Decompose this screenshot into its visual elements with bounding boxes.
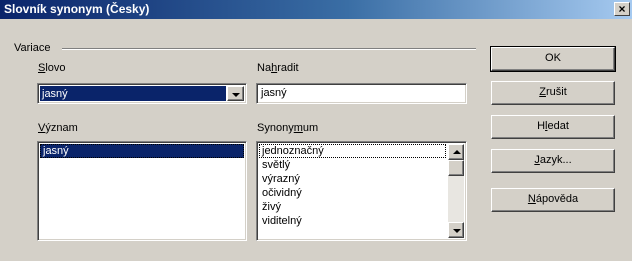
synonyms-label: Synonymum bbox=[257, 122, 319, 134]
list-item[interactable]: viditelný bbox=[259, 214, 446, 228]
list-item[interactable]: živý bbox=[259, 200, 446, 214]
meaning-label: Význam bbox=[38, 122, 78, 134]
cancel-button[interactable]: Zrušit bbox=[491, 81, 615, 105]
close-button[interactable]: × bbox=[614, 2, 630, 16]
synonyms-list[interactable]: jednoznačný světlý výrazný očividný živý… bbox=[256, 141, 467, 241]
chevron-down-icon bbox=[453, 229, 461, 233]
word-combobox[interactable]: jasný bbox=[37, 83, 247, 104]
replace-field[interactable]: jasný bbox=[256, 83, 467, 104]
scroll-down-button[interactable] bbox=[448, 222, 464, 238]
list-item[interactable]: očividný bbox=[259, 186, 446, 200]
word-dropdown-button[interactable] bbox=[227, 86, 244, 101]
replace-label: Nahradit bbox=[257, 62, 299, 74]
help-button[interactable]: Nápověda bbox=[491, 188, 615, 212]
search-button[interactable]: Hledat bbox=[491, 115, 615, 139]
scroll-up-button[interactable] bbox=[448, 144, 464, 160]
list-item[interactable]: jasný bbox=[40, 144, 244, 158]
chevron-down-icon bbox=[232, 93, 240, 97]
chevron-up-icon bbox=[453, 150, 461, 154]
language-button[interactable]: Jazyk... bbox=[491, 149, 615, 173]
synonyms-scrollbar[interactable] bbox=[448, 144, 464, 238]
word-label: Slovo bbox=[38, 62, 66, 74]
list-item[interactable]: výrazný bbox=[259, 172, 446, 186]
ok-button[interactable]: OK bbox=[490, 46, 616, 72]
scroll-thumb[interactable] bbox=[448, 160, 464, 176]
title-bar: Slovník synonym (Česky) × bbox=[0, 0, 632, 19]
word-combobox-value: jasný bbox=[40, 86, 226, 101]
close-icon: × bbox=[618, 2, 626, 16]
meaning-list[interactable]: jasný bbox=[37, 141, 247, 241]
group-label-variace: Variace bbox=[14, 42, 51, 54]
window-title: Slovník synonym (Česky) bbox=[4, 2, 150, 16]
group-divider bbox=[62, 48, 476, 50]
list-item[interactable]: světlý bbox=[259, 158, 446, 172]
replace-field-value: jasný bbox=[261, 87, 287, 99]
list-item[interactable]: jednoznačný bbox=[259, 144, 446, 158]
